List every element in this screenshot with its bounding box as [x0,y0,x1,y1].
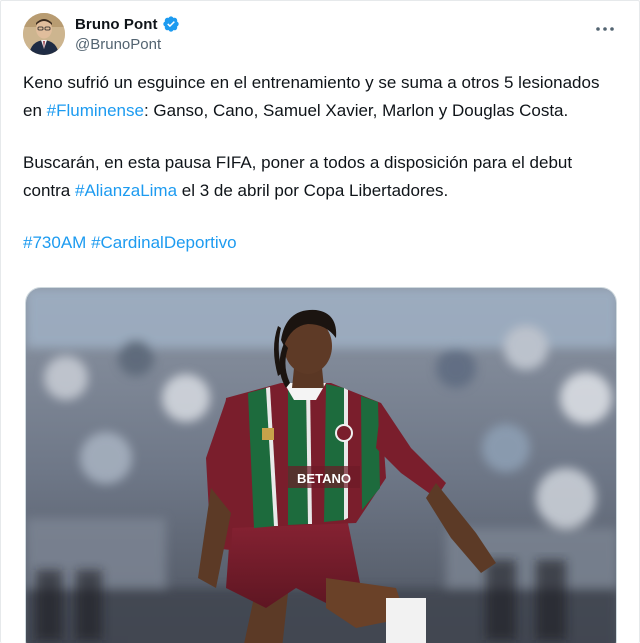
jersey-sponsor-text: BETANO [297,471,351,486]
hashtag-link-cardinaldeportivo[interactable]: #CardinalDeportivo [91,233,237,252]
tweet-paragraph-2: Buscarán, en esta pausa FIFA, poner a to… [23,149,623,205]
more-options-icon[interactable] [593,19,617,39]
author-avatar[interactable] [23,13,65,55]
author-display-name[interactable]: Bruno Pont [75,16,158,33]
author-name-row: Bruno Pont [75,14,180,34]
author-handle[interactable]: @BrunoPont [75,36,180,53]
hashtag-link-alianzalima[interactable]: #AlianzaLima [75,181,177,200]
tweet-media-photo[interactable]: BETANO [25,287,617,643]
tweet-text-segment: : Ganso, Cano, Samuel Xavier, Marlon y D… [143,101,569,120]
verified-badge-icon[interactable] [162,15,180,33]
tweet-card: Bruno Pont @BrunoPont Keno sufrió un esg… [0,0,640,643]
author-info: Bruno Pont @BrunoPont [75,14,180,53]
hashtag-link-fluminense[interactable]: #Fluminense [47,101,144,120]
tweet-text: Keno sufrió un esguince en el entrenamie… [23,69,623,257]
tweet-paragraph-3: #730AM #CardinalDeportivo [23,229,623,257]
tweet-paragraph-1: Keno sufrió un esguince en el entrenamie… [23,69,623,125]
hashtag-link-730am[interactable]: #730AM [23,233,86,252]
tweet-text-segment: el 3 de abril por Copa Libertadores. [177,181,449,200]
